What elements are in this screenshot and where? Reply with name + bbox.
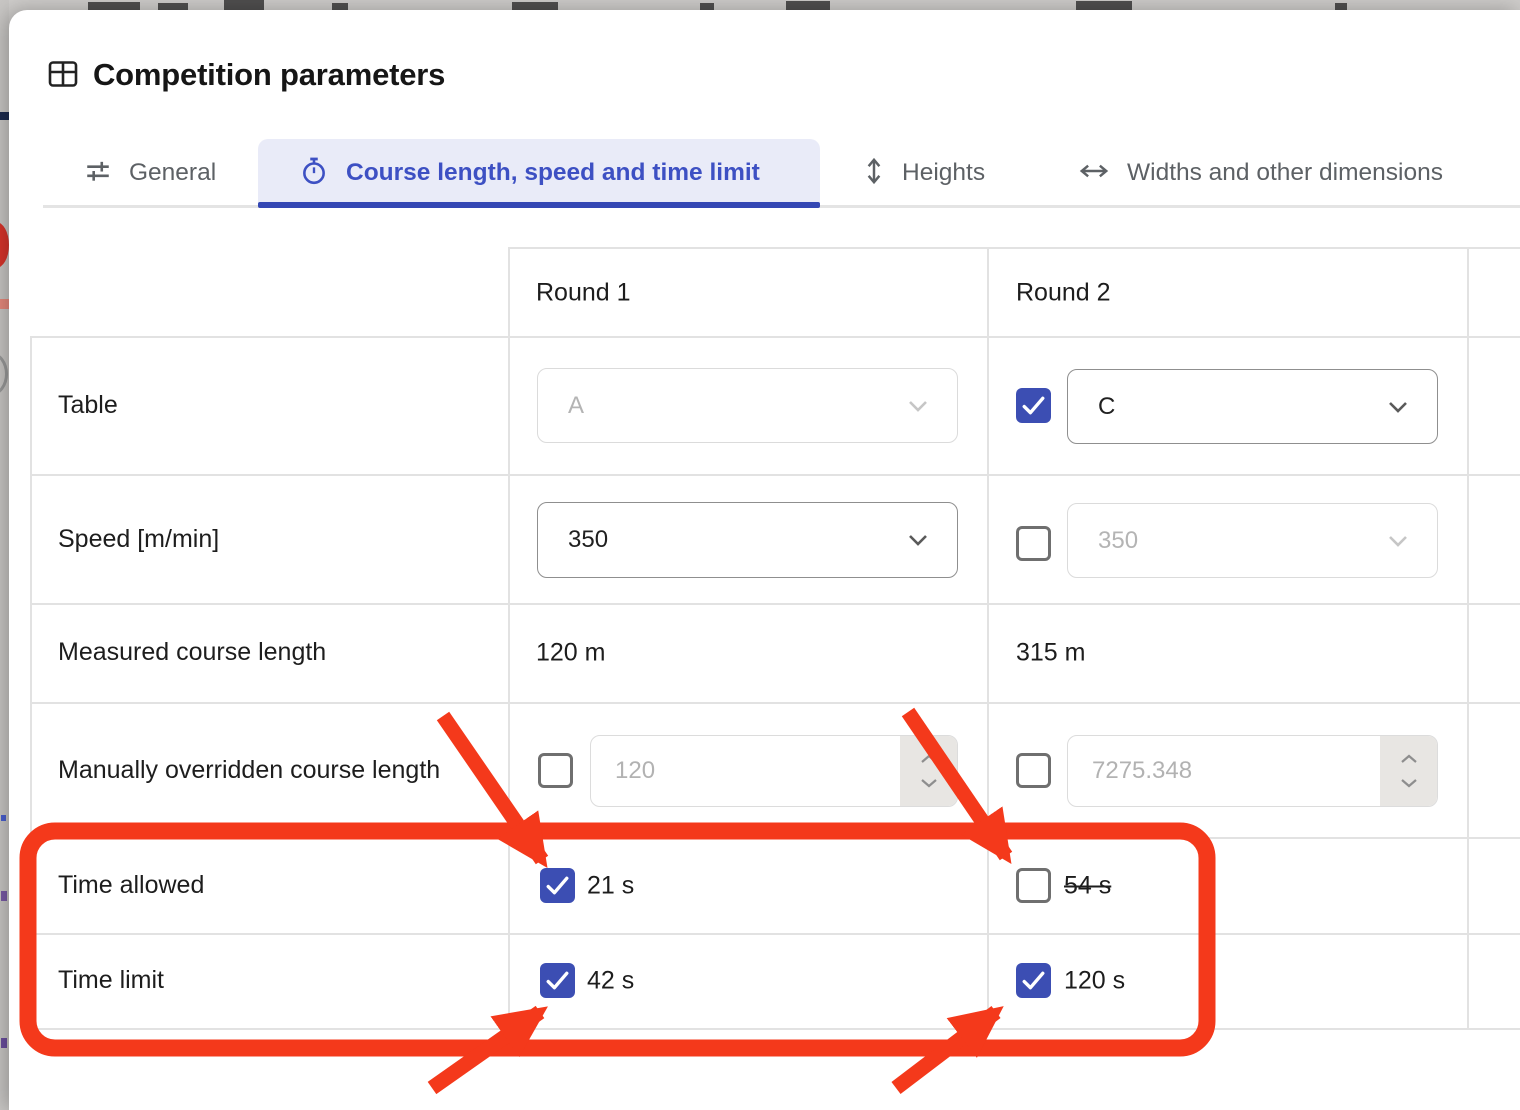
table-grid-line: [30, 933, 1520, 935]
chevron-down-icon: [1387, 534, 1409, 548]
chevron-down-icon: [1387, 400, 1409, 414]
tab-heights-label: Heights: [902, 159, 985, 187]
row-label-time-limit: Time limit: [58, 964, 164, 998]
tab-heights[interactable]: Heights: [863, 140, 985, 206]
column-header-round-2: Round 2: [1016, 279, 1111, 308]
screen: { "dialog": { "title": "Competition para…: [0, 0, 1520, 1110]
table-grid-icon: [47, 58, 79, 90]
number-stepper[interactable]: [1380, 736, 1437, 806]
tune-icon: [84, 157, 112, 190]
arrows-horizontal-icon: [1078, 160, 1110, 187]
stopwatch-icon: [299, 156, 329, 191]
manual-length-round1-value: 120: [591, 736, 900, 806]
chevron-down-icon: [907, 533, 929, 547]
manual-length-round1-input[interactable]: 120: [590, 735, 958, 807]
measured-length-round2-value: 315 m: [1016, 639, 1085, 668]
row-label-manual-course-length: Manually overridden course length: [58, 754, 458, 788]
speed-round1-select-value: 350: [568, 526, 608, 554]
tab-widths-label: Widths and other dimensions: [1127, 159, 1443, 187]
measured-length-round1-value: 120 m: [536, 639, 605, 668]
arrows-vertical-icon: [863, 156, 885, 191]
time-limit-round2-value: 120 s: [1064, 967, 1125, 996]
time-allowed-round1-value: 21 s: [587, 872, 634, 901]
speed-round2-checkbox[interactable]: [1016, 526, 1051, 561]
table-grid-line: [987, 247, 989, 1028]
tab-course-length-speed-time-limit[interactable]: Course length, speed and time limit: [299, 140, 760, 206]
tab-widths-and-other-dimensions[interactable]: Widths and other dimensions: [1078, 140, 1443, 206]
column-header-round-1: Round 1: [536, 279, 631, 308]
tab-general[interactable]: General: [84, 140, 216, 206]
manual-length-round2-checkbox[interactable]: [1016, 753, 1051, 788]
number-stepper[interactable]: [900, 736, 957, 806]
time-limit-round1-value: 42 s: [587, 967, 634, 996]
row-label-measured-course-length: Measured course length: [58, 636, 326, 670]
speed-round1-select[interactable]: 350: [537, 502, 958, 578]
manual-length-round2-input[interactable]: 7275.348: [1067, 735, 1438, 807]
chevron-up-icon: [920, 754, 938, 764]
backdrop-top-strip: [9, 0, 1520, 10]
tab-general-label: General: [129, 159, 216, 187]
time-allowed-round2-value: 54 s: [1064, 872, 1111, 901]
speed-round2-select[interactable]: 350: [1067, 503, 1438, 578]
manual-length-round2-value: 7275.348: [1068, 736, 1380, 806]
chevron-up-icon: [1400, 754, 1418, 764]
table-round2-checkbox[interactable]: [1016, 388, 1051, 423]
time-allowed-round1-checkbox[interactable]: [540, 868, 575, 903]
table-grid-line: [30, 474, 1520, 476]
table-grid-line: [30, 336, 1520, 338]
time-limit-round2-checkbox[interactable]: [1016, 963, 1051, 998]
row-label-table: Table: [58, 389, 118, 423]
table-grid-line: [1467, 247, 1469, 1028]
table-grid-line: [30, 837, 1520, 839]
row-label-time-allowed: Time allowed: [58, 869, 204, 903]
speed-round2-select-value: 350: [1098, 527, 1138, 555]
manual-length-round1-checkbox[interactable]: [538, 753, 573, 788]
tab-course-length-label: Course length, speed and time limit: [346, 159, 760, 187]
page-title: Competition parameters: [93, 57, 445, 93]
table-grid-line: [30, 336, 32, 1028]
table-grid-line: [508, 247, 510, 1028]
chevron-down-icon: [907, 399, 929, 413]
table-grid-line: [30, 702, 1520, 704]
table-round1-select[interactable]: A: [537, 368, 958, 443]
table-grid-line: [30, 1028, 1520, 1030]
chevron-down-icon: [920, 778, 938, 788]
table-grid-line: [508, 247, 1520, 249]
table-round2-select-value: C: [1098, 393, 1115, 421]
table-round1-select-value: A: [568, 392, 584, 420]
backdrop-left-strip: [0, 0, 9, 1110]
table-round2-select[interactable]: C: [1067, 369, 1438, 444]
time-allowed-round2-checkbox[interactable]: [1016, 868, 1051, 903]
table-grid-line: [30, 603, 1520, 605]
chevron-down-icon: [1400, 778, 1418, 788]
time-limit-round1-checkbox[interactable]: [540, 963, 575, 998]
row-label-speed: Speed [m/min]: [58, 523, 219, 557]
